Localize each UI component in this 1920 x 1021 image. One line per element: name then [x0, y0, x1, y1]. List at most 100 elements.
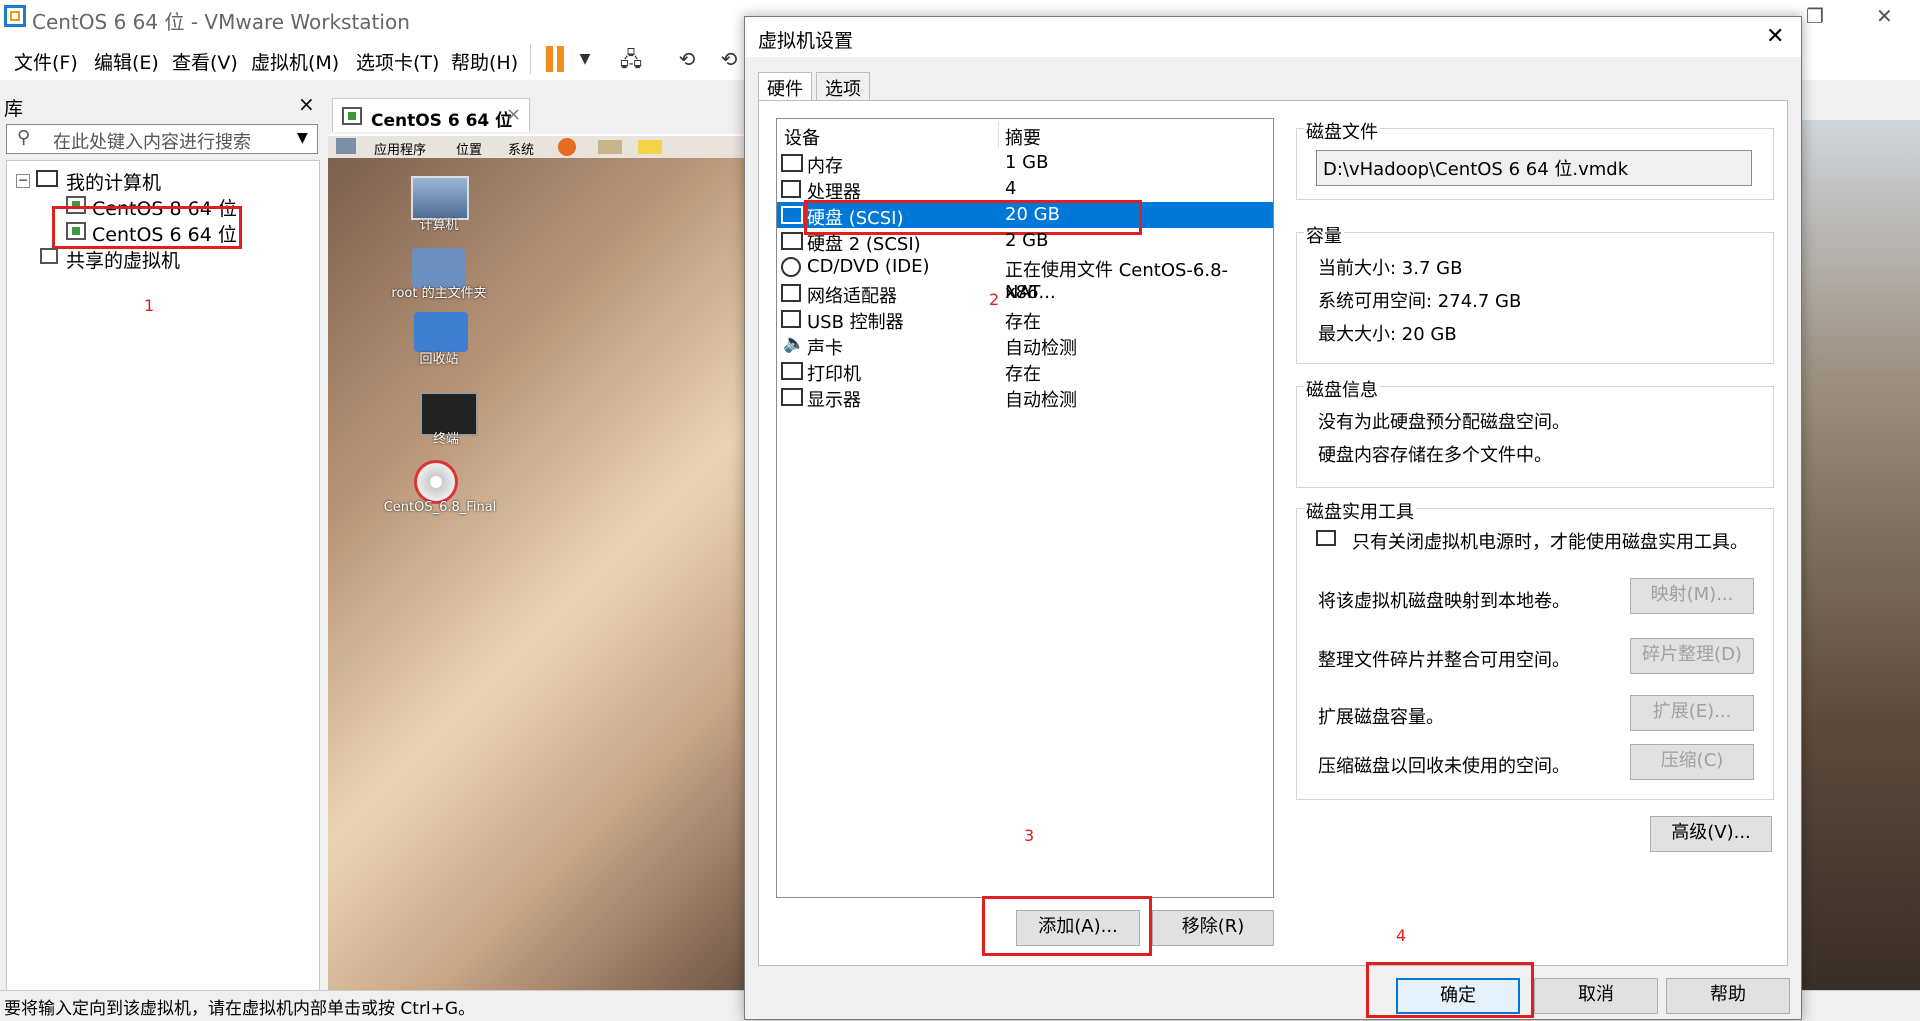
guest-console[interactable] [328, 140, 748, 990]
desktop-label-home: root 的主文件夹 [391, 286, 487, 301]
vm-tab-icon [342, 107, 362, 125]
device-name: 声卡 [807, 338, 843, 359]
device-summary: 存在 [1005, 312, 1041, 333]
close-window-icon[interactable]: ✕ [1876, 4, 1893, 28]
info-icon [1316, 530, 1336, 546]
device-name: CD/DVD (IDE) [807, 256, 930, 277]
network-icon [781, 284, 801, 302]
annotation-box-4 [1366, 962, 1534, 1018]
desktop-label-trash: 回收站 [419, 352, 459, 367]
dialog-close-icon[interactable]: ✕ [1766, 24, 1784, 49]
device-name: 网络适配器 [807, 286, 897, 307]
search-placeholder: 在此处键入内容进行搜索 [53, 132, 251, 153]
hard-disk-icon [781, 232, 803, 250]
search-dropdown-icon[interactable]: ▼ [297, 130, 308, 146]
tab-options[interactable]: 选项 [816, 72, 870, 100]
dialog-title: 虚拟机设置 [758, 30, 854, 52]
help-button[interactable]: 帮助 [1666, 978, 1790, 1014]
map-button[interactable]: 映射(M)... [1630, 578, 1754, 614]
library-title: 库 [4, 98, 24, 120]
notes-icon[interactable] [638, 140, 662, 154]
disk-info-line2: 硬盘内容存储在多个文件中。 [1318, 445, 1552, 466]
device-summary: 1 GB [1005, 152, 1049, 173]
snapshot-icon[interactable]: ⟲ [674, 46, 700, 72]
annotation-label-3: 3 [1024, 826, 1035, 845]
revert-snapshot-icon[interactable]: ⟲ [716, 46, 742, 72]
annotation-box-3 [982, 896, 1152, 956]
menu-edit[interactable]: 编辑(E) [94, 48, 159, 75]
guest-menu-places[interactable]: 位置 [456, 139, 482, 158]
column-header-summary[interactable]: 摘要 [1005, 124, 1041, 150]
toolbar-divider [530, 44, 531, 74]
send-keys-icon[interactable]: 🖧 [618, 46, 644, 72]
device-row-display[interactable]: 显示器 自动检测 [777, 384, 1273, 411]
device-row-sound[interactable]: 🔈 声卡 自动检测 [777, 332, 1273, 359]
guest-background-right [1798, 120, 1920, 990]
menu-tabs[interactable]: 选项卡(T) [356, 48, 439, 75]
device-summary: 自动检测 [1005, 338, 1077, 359]
utilities-note: 只有关闭虚拟机电源时，才能使用磁盘实用工具。 [1352, 532, 1748, 553]
compact-text: 压缩磁盘以回收未使用的空间。 [1318, 756, 1570, 777]
menu-file[interactable]: 文件(F) [14, 48, 78, 75]
device-row-cdrom[interactable]: CD/DVD (IDE) 正在使用文件 CentOS-6.8-x86... [777, 254, 1273, 303]
disk-info-line1: 没有为此硬盘预分配磁盘空间。 [1318, 412, 1570, 433]
dialog-titlebar [745, 17, 1801, 57]
current-size-text: 当前大小: 3.7 GB [1318, 258, 1463, 279]
monitor-icon [781, 388, 803, 406]
guest-menu-applications[interactable]: 应用程序 [374, 139, 426, 158]
device-name: 内存 [807, 156, 843, 177]
available-space-text: 系统可用空间: 274.7 GB [1318, 291, 1522, 312]
cancel-button[interactable]: 取消 [1534, 978, 1658, 1014]
disk-file-label: 磁盘文件 [1304, 118, 1380, 144]
vm-tab-label: CentOS 6 64 位 [371, 111, 513, 131]
dvd-icon[interactable] [414, 460, 458, 504]
column-header-device[interactable]: 设备 [784, 124, 820, 150]
firefox-icon[interactable] [558, 138, 576, 156]
device-row-processor[interactable]: 处理器 4 [777, 176, 1273, 203]
printer-icon [781, 362, 803, 380]
status-text: 要将输入定向到该虚拟机，请在虚拟机内部单击或按 Ctrl+G。 [4, 999, 476, 1019]
usb-icon [781, 310, 801, 328]
defrag-button[interactable]: 碎片整理(D) [1630, 638, 1754, 674]
library-header [0, 88, 326, 120]
library-tree [6, 160, 320, 1000]
restore-icon[interactable]: ❐ [1806, 4, 1824, 28]
menu-help[interactable]: 帮助(H) [451, 48, 518, 75]
device-row-network[interactable]: 网络适配器 NAT [777, 280, 1273, 307]
desktop-label-terminal: 终端 [432, 432, 459, 447]
device-name: 硬盘 2 (SCSI) [807, 234, 921, 255]
map-disk-text: 将该虚拟机磁盘映射到本地卷。 [1318, 591, 1570, 612]
remove-device-button[interactable]: 移除(R) [1152, 910, 1274, 946]
pause-icon[interactable] [546, 46, 553, 72]
mail-icon[interactable] [598, 140, 622, 154]
max-size-text: 最大大小: 20 GB [1318, 324, 1457, 345]
library-search-input[interactable]: ⚲ 在此处键入内容进行搜索 ▼ [6, 124, 318, 154]
device-row-printer[interactable]: 打印机 存在 [777, 358, 1273, 385]
menu-view[interactable]: 查看(V) [172, 48, 238, 75]
trash-icon[interactable] [414, 312, 468, 352]
expand-button[interactable]: 扩展(E)... [1630, 695, 1754, 731]
compact-button[interactable]: 压缩(C) [1630, 744, 1754, 780]
advanced-button[interactable]: 高级(V)... [1650, 816, 1772, 852]
chevron-down-icon[interactable]: ▼ [572, 46, 598, 72]
library-close-icon[interactable]: × [298, 92, 315, 116]
device-row-memory[interactable]: 内存 1 GB [777, 150, 1273, 177]
device-name: 显示器 [807, 390, 861, 411]
device-row-hdd2[interactable]: 硬盘 2 (SCSI) 2 GB [777, 228, 1273, 255]
tree-shared-vms[interactable]: 共享的虚拟机 [66, 246, 180, 273]
tree-my-computer[interactable]: 我的计算机 [66, 168, 161, 195]
guest-menu-system[interactable]: 系统 [508, 139, 534, 158]
desktop-label-dvd: CentOS_6.8_Final [383, 500, 497, 515]
vm-tab-close-icon[interactable]: × [506, 104, 521, 125]
device-row-usb[interactable]: USB 控制器 存在 [777, 306, 1273, 333]
menu-vm[interactable]: 虚拟机(M) [251, 48, 339, 75]
disk-info-label: 磁盘信息 [1304, 376, 1380, 402]
column-divider [998, 122, 999, 148]
disk-file-path-field[interactable]: D:\vHadoop\CentOS 6 64 位.vmdk [1316, 150, 1752, 186]
memory-icon [781, 154, 803, 172]
device-summary: 2 GB [1005, 230, 1049, 251]
tab-hardware[interactable]: 硬件 [758, 72, 812, 102]
device-summary: 4 [1005, 178, 1017, 199]
device-name: 打印机 [807, 364, 861, 385]
collapse-icon[interactable]: − [16, 174, 30, 188]
